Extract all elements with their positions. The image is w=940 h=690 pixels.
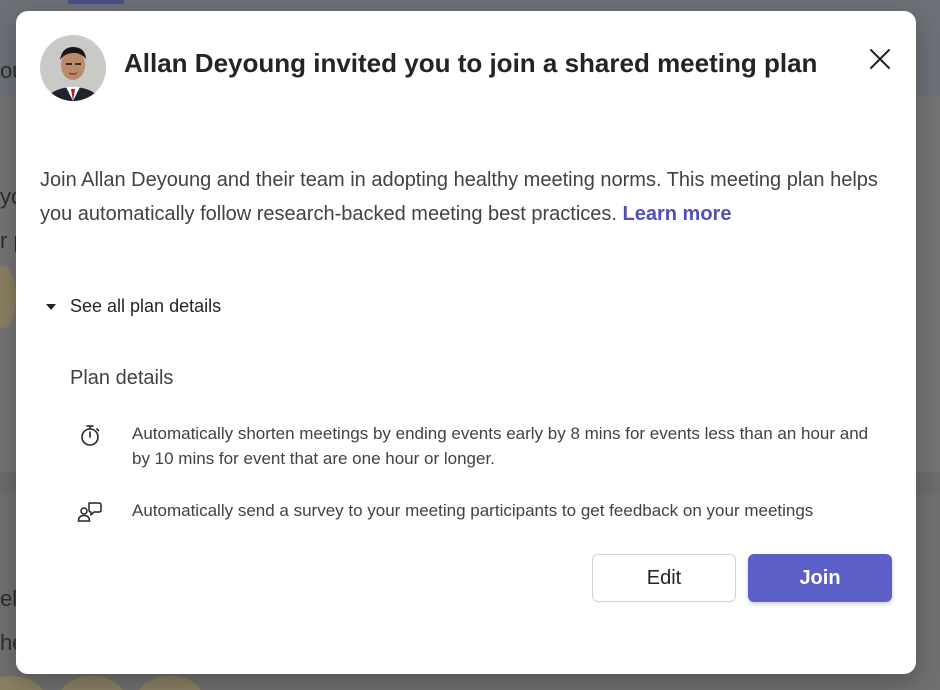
close-icon [870,49,890,69]
active-tab-indicator [68,0,124,4]
background-text-fragment: el [0,586,18,611]
background-avatar [0,676,44,690]
plan-detail-item: Automatically shorten meetings by ending… [76,421,876,471]
background-avatar [60,676,124,690]
plan-details-heading: Plan details [70,367,174,389]
close-button[interactable] [862,41,898,77]
person-photo-icon [40,35,106,101]
meeting-plan-invite-dialog: Allan Deyoung invited you to join a shar… [16,11,916,674]
description-text: Join Allan Deyoung and their team in ado… [40,169,878,225]
see-plan-details-label: See all plan details [70,296,222,316]
learn-more-link[interactable]: Learn more [623,203,732,225]
plan-detail-text: Automatically shorten meetings by ending… [132,424,869,468]
feedback-survey-icon [76,498,104,526]
dialog-title: Allan Deyoung invited you to join a shar… [124,48,818,78]
plan-detail-item: Automatically send a survey to your meet… [76,498,876,526]
stopwatch-icon [76,421,104,449]
inviter-avatar [40,35,106,101]
join-button[interactable]: Join [748,554,892,602]
edit-button[interactable]: Edit [592,554,736,602]
see-plan-details-toggle[interactable]: See all plan details [46,296,221,317]
plan-detail-text: Automatically send a survey to your meet… [132,501,814,520]
dialog-description: Join Allan Deyoung and their team in ado… [40,163,890,231]
background-avatar [138,676,202,690]
caret-down-icon [46,303,56,310]
